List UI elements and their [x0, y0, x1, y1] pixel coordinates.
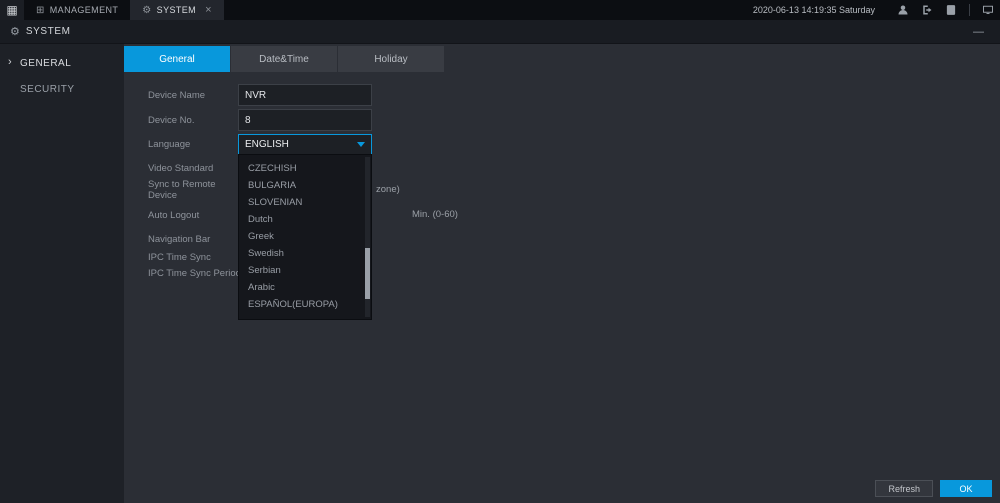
- top-tab-system-label: SYSTEM: [156, 5, 197, 15]
- page-title: SYSTEM: [25, 26, 71, 37]
- dropdown-option[interactable]: Swedish: [239, 245, 371, 262]
- tab-holiday[interactable]: Holiday: [338, 46, 445, 72]
- device-name-row: Device Name NVR: [148, 84, 372, 106]
- topbar-right: 2020-06-13 14:19:35 Saturday: [753, 0, 1000, 20]
- sidebar-item-security[interactable]: SECURITY: [0, 76, 124, 102]
- language-select-value: ENGLISH: [245, 138, 289, 150]
- header-gear-icon: ⚙: [10, 26, 20, 38]
- main-area: › GENERAL SECURITY General Date&Time Hol…: [0, 44, 1000, 503]
- ok-button[interactable]: OK: [940, 480, 992, 497]
- language-select[interactable]: ENGLISH: [238, 133, 372, 155]
- top-bar: ▦ ⊞ MANAGEMENT ⚙ SYSTEM × 2020-06-13 14:…: [0, 0, 1000, 20]
- sync-remote-device-suffix: zone): [376, 184, 400, 195]
- tab-date-time[interactable]: Date&Time: [231, 46, 338, 72]
- dropdown-option[interactable]: Arabic: [239, 279, 371, 296]
- tab-general[interactable]: General: [124, 46, 231, 72]
- management-tab-icon: ⊞: [36, 4, 45, 16]
- chevron-down-icon: [357, 141, 365, 147]
- datetime-text: 2020-06-13 14:19:35 Saturday: [752, 5, 875, 15]
- content-panel: General Date&Time Holiday Device Name NV…: [124, 44, 1000, 503]
- device-no-label: Device No.: [148, 114, 195, 126]
- device-no-input[interactable]: 8: [238, 109, 372, 131]
- top-tab-system[interactable]: ⚙ SYSTEM ×: [130, 0, 224, 20]
- dropdown-option[interactable]: CZECHISH: [239, 160, 371, 177]
- dropdown-scrollbar-thumb[interactable]: [365, 248, 370, 300]
- page-header: ⚙ SYSTEM —: [0, 20, 1000, 44]
- settings-tabs: General Date&Time Holiday: [124, 46, 445, 72]
- sidebar-item-general[interactable]: › GENERAL: [0, 50, 124, 76]
- close-tab-icon[interactable]: ×: [205, 4, 212, 16]
- dropdown-option[interactable]: Serbian: [239, 262, 371, 279]
- dropdown-option[interactable]: ESPAÑOL(EUROPA): [239, 296, 371, 313]
- language-row: Language ENGLISH: [148, 133, 372, 155]
- dropdown-option[interactable]: SLOVENIAN: [239, 194, 371, 211]
- video-standard-label: Video Standard: [148, 162, 214, 174]
- refresh-button[interactable]: Refresh: [875, 480, 933, 497]
- device-name-label: Device Name: [148, 89, 206, 101]
- language-dropdown: CZECHISH BULGARIA SLOVENIAN Dutch Greek …: [238, 154, 372, 320]
- auto-logout-label: Auto Logout: [148, 209, 200, 221]
- footer-actions: Refresh OK: [875, 480, 992, 497]
- user-icon[interactable]: [891, 0, 915, 20]
- sidebar: › GENERAL SECURITY: [0, 44, 124, 503]
- dropdown-option[interactable]: BULGARIA: [239, 177, 371, 194]
- sidebar-item-security-label: SECURITY: [20, 83, 75, 95]
- apps-grid-icon[interactable]: ▦: [0, 0, 24, 20]
- top-tab-management-label: MANAGEMENT: [49, 5, 119, 15]
- dropdown-option[interactable]: Dutch: [239, 211, 371, 228]
- chevron-right-icon: ›: [8, 56, 13, 68]
- screen-icon[interactable]: [976, 0, 1000, 20]
- sync-remote-device-row: Sync to Remote Device: [148, 179, 238, 201]
- auto-logout-suffix: Min. (0-60): [412, 209, 458, 220]
- top-tab-management[interactable]: ⊞ MANAGEMENT: [24, 0, 130, 20]
- navigation-bar-label: Navigation Bar: [148, 233, 211, 245]
- auto-logout-row: Auto Logout: [148, 204, 238, 226]
- video-standard-row: Video Standard: [148, 157, 238, 179]
- language-label: Language: [148, 138, 191, 150]
- log-list-icon[interactable]: [939, 0, 963, 20]
- sidebar-item-general-label: GENERAL: [20, 57, 72, 69]
- topbar-separator: [969, 4, 970, 16]
- minimize-icon[interactable]: —: [973, 26, 986, 38]
- ipc-time-sync-label: IPC Time Sync: [148, 251, 211, 263]
- sync-remote-device-label: Sync to Remote Device: [148, 179, 216, 201]
- logout-icon[interactable]: [915, 0, 939, 20]
- system-tab-gear-icon: ⚙: [142, 4, 152, 16]
- device-no-row: Device No. 8: [148, 109, 372, 131]
- dropdown-option[interactable]: Greek: [239, 228, 371, 245]
- device-name-input[interactable]: NVR: [238, 84, 372, 106]
